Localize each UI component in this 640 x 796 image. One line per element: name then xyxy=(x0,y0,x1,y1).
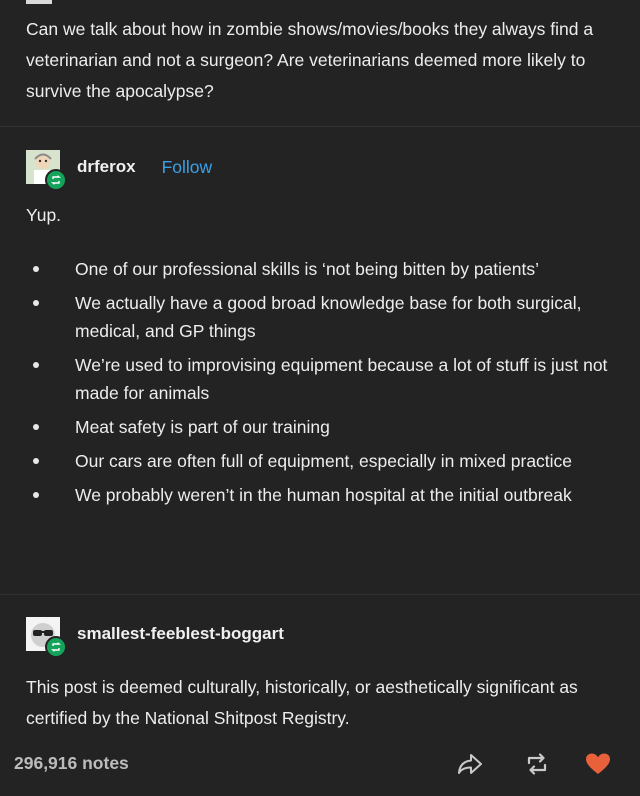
list-item: Meat safety is part of our training xyxy=(0,413,640,441)
post-footer: 296,916 notes xyxy=(0,745,640,785)
username-smallest-feeblest-boggart[interactable]: smallest-feeblest-boggart xyxy=(77,624,284,644)
reblog-intro-text: Yup. xyxy=(26,205,62,225)
original-post-text: Can we talk about how in zombie shows/mo… xyxy=(26,19,594,101)
reblog-badge-icon xyxy=(45,636,67,658)
bullet-icon xyxy=(33,266,39,272)
follow-button[interactable]: Follow xyxy=(162,157,213,178)
divider xyxy=(0,594,640,595)
list-item: We probably weren’t in the human hospita… xyxy=(0,481,640,509)
divider xyxy=(0,126,640,127)
bullet-icon xyxy=(33,362,39,368)
top-edge-bar xyxy=(26,0,52,4)
notes-count[interactable]: 296,916 notes xyxy=(14,753,129,774)
reblog-icon[interactable] xyxy=(522,749,552,779)
list-item: We’re used to improvising equipment beca… xyxy=(0,351,640,407)
list-item: Our cars are often full of equipment, es… xyxy=(0,447,640,475)
reblog-header-drferox: drferox Follow xyxy=(26,150,213,191)
list-item: One of our professional skills is ‘not b… xyxy=(0,255,640,283)
avatar-drferox[interactable] xyxy=(26,150,67,191)
reblog-comment-text: This post is deemed culturally, historic… xyxy=(26,677,578,728)
reblog-badge-icon xyxy=(45,169,67,191)
bullet-icon xyxy=(33,300,39,306)
bullet-icon xyxy=(33,458,39,464)
bullet-list: One of our professional skills is ‘not b… xyxy=(0,255,640,515)
avatar-smallest-feeblest-boggart[interactable] xyxy=(26,617,67,658)
share-icon[interactable] xyxy=(455,749,485,779)
username-drferox[interactable]: drferox xyxy=(77,157,136,177)
bullet-icon xyxy=(33,492,39,498)
like-heart-icon[interactable] xyxy=(583,749,613,779)
list-item: We actually have a good broad knowledge … xyxy=(0,289,640,345)
reblog-header-boggart: smallest-feeblest-boggart xyxy=(26,617,284,658)
bullet-icon xyxy=(33,424,39,430)
